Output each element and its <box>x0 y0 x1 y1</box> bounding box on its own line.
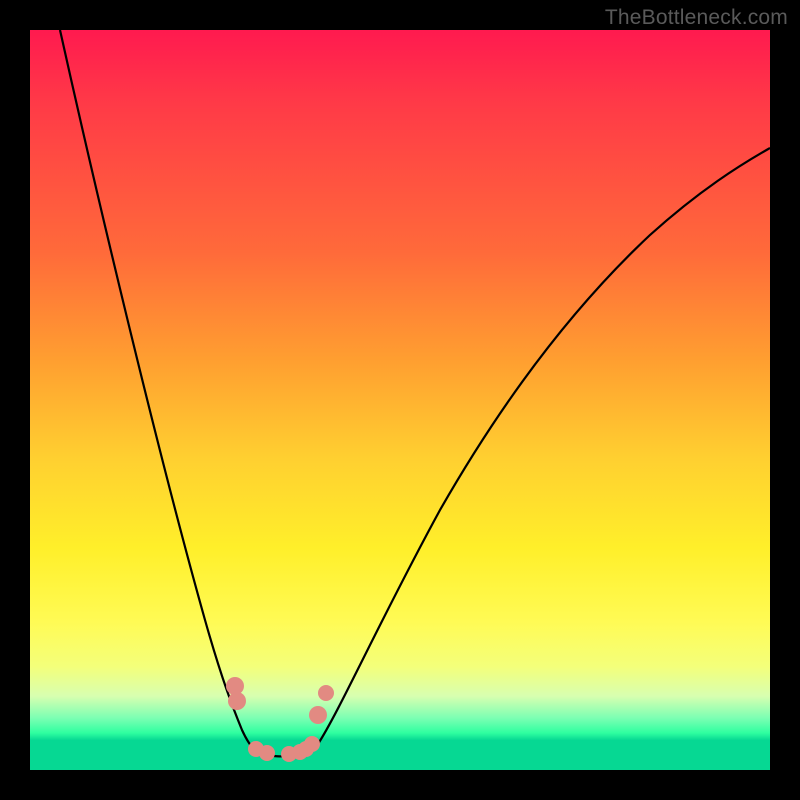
left-curve <box>60 30 256 751</box>
chart-frame: TheBottleneck.com <box>0 0 800 800</box>
point-left-cluster-lower <box>228 692 246 710</box>
chart-svg <box>30 30 770 770</box>
point-right-rising-1 <box>309 706 327 724</box>
watermark-text: TheBottleneck.com <box>605 6 788 30</box>
point-right-rising-2 <box>318 685 334 701</box>
point-valley-left-2 <box>259 745 275 761</box>
right-curve <box>318 148 770 744</box>
point-valley-right-4 <box>304 736 320 752</box>
